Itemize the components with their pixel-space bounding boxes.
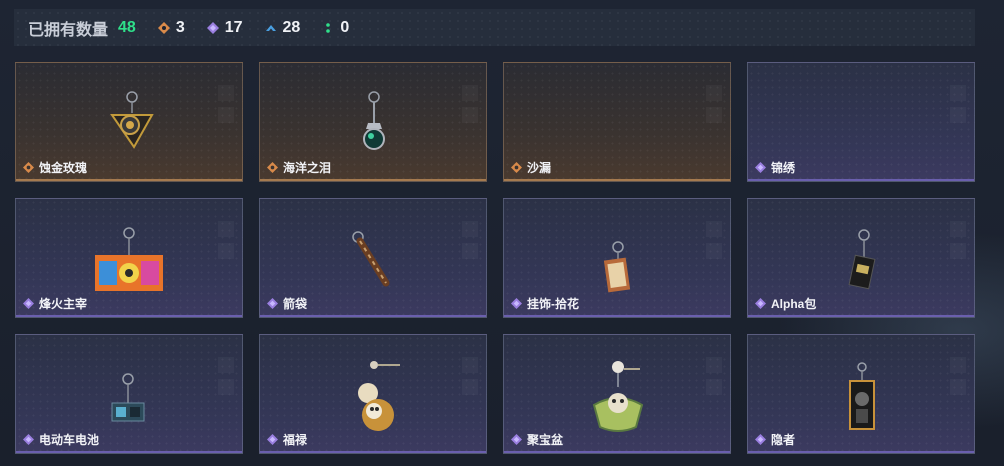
item-name: 烽火主宰 — [39, 297, 88, 311]
item-name: 电动车电池 — [39, 433, 100, 447]
stat-blue-value: 28 — [282, 18, 301, 36]
item-name: 聚宝盆 — [527, 433, 564, 447]
item-card[interactable]: 沙漏 — [503, 62, 731, 182]
purple-diamond-icon — [267, 434, 278, 445]
purple-diamond-icon — [511, 434, 522, 445]
gourd-icon — [358, 361, 400, 431]
flower-card-icon — [603, 241, 631, 293]
pendant-grid: 蚀金玫瑰 海洋之泪 沙漏 锦绣 烽火主宰 箭袋 挂饰-拾花 Alpha包 电动车… — [15, 62, 975, 454]
item-name: 挂饰-拾花 — [527, 297, 579, 311]
graffiti-tag-icon — [95, 227, 163, 291]
treasure-bowl-icon — [592, 361, 644, 432]
purple-diamond-icon — [267, 298, 278, 309]
item-card[interactable]: 烽火主宰 — [15, 198, 243, 318]
item-name: 蚀金玫瑰 — [39, 161, 88, 175]
owned-count: 48 — [118, 18, 136, 36]
battery-icon — [111, 373, 145, 422]
green-dots-icon — [322, 22, 334, 34]
item-card[interactable]: 聚宝盆 — [503, 334, 731, 454]
stat-blue: 28 — [265, 18, 301, 37]
stat-orange: 3 — [157, 18, 185, 37]
hermit-card-icon — [849, 362, 875, 430]
orange-diamond-icon — [267, 162, 278, 173]
item-name: 箭袋 — [283, 297, 308, 311]
purple-diamond-icon — [23, 298, 34, 309]
item-card[interactable]: 锦绣 — [747, 62, 975, 182]
purple-diamond-icon — [755, 434, 766, 445]
quiver-icon — [352, 231, 390, 287]
stat-purple-value: 17 — [224, 18, 243, 36]
orange-diamond-icon — [511, 162, 522, 173]
alpha-pack-icon — [848, 229, 876, 290]
item-card[interactable]: 挂饰-拾花 — [503, 198, 731, 318]
purple-diamond-icon — [23, 434, 34, 445]
purple-diamond-icon — [755, 162, 766, 173]
item-card[interactable]: 蚀金玫瑰 — [15, 62, 243, 182]
purple-diamond-icon — [755, 298, 766, 309]
item-card[interactable]: 电动车电池 — [15, 334, 243, 454]
item-card[interactable]: Alpha包 — [747, 198, 975, 318]
purple-diamond-icon — [206, 21, 219, 34]
item-name: Alpha包 — [771, 297, 817, 311]
tear-pendant-icon — [363, 91, 385, 150]
owned-summary-bar: 已拥有数量 48 3 17 28 0 — [14, 9, 975, 46]
item-card[interactable]: 隐者 — [747, 334, 975, 454]
stat-green: 0 — [322, 19, 349, 37]
owned-label: 已拥有数量 — [28, 21, 109, 39]
stat-purple: 17 — [206, 18, 243, 37]
orange-diamond-icon — [157, 21, 170, 34]
item-card[interactable]: 箭袋 — [259, 198, 487, 318]
item-card[interactable]: 福禄 — [259, 334, 487, 454]
orange-diamond-icon — [23, 162, 34, 173]
item-name: 海洋之泪 — [283, 161, 332, 175]
blue-chevron-icon — [265, 22, 277, 34]
item-name: 沙漏 — [527, 161, 552, 175]
item-card[interactable]: 海洋之泪 — [259, 62, 487, 182]
item-name: 隐者 — [771, 433, 796, 447]
stat-green-value: 0 — [340, 18, 350, 36]
item-name: 锦绣 — [771, 161, 796, 175]
purple-diamond-icon — [511, 298, 522, 309]
stat-orange-value: 3 — [175, 18, 185, 36]
item-name: 福禄 — [283, 433, 308, 447]
rose-pendant-icon — [110, 91, 154, 149]
